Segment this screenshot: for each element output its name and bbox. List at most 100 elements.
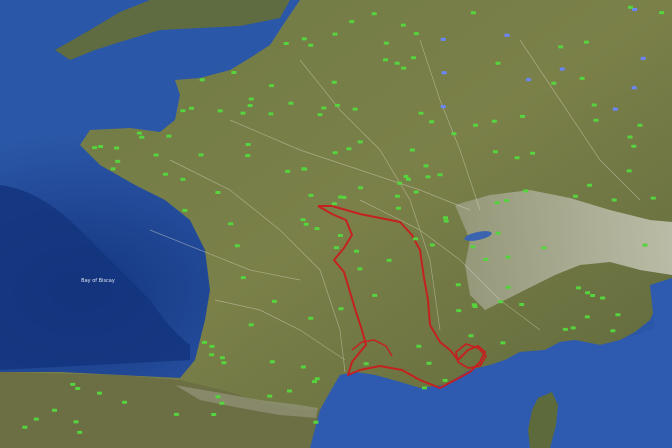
road-shield-icon	[153, 153, 159, 157]
road-shield-icon	[576, 286, 581, 290]
road-shield-icon	[470, 245, 476, 249]
bay-label: Bay of Biscay	[81, 278, 115, 284]
road-shield-icon	[520, 114, 525, 118]
road-shield-icon	[199, 78, 205, 82]
road-shield-icon	[211, 413, 217, 416]
road-shield-icon	[587, 183, 592, 187]
road-shield-icon	[182, 208, 188, 212]
road-shield-icon	[98, 145, 104, 148]
road-shield-icon	[97, 391, 102, 395]
road-shield-icon	[440, 37, 446, 41]
road-shield-icon	[413, 237, 419, 241]
road-shield-icon	[312, 380, 317, 384]
road-shield-icon	[363, 362, 369, 366]
road-shield-icon	[456, 309, 462, 313]
road-shield-icon	[267, 394, 273, 398]
road-shield-icon	[240, 111, 246, 115]
road-shield-icon	[357, 267, 363, 271]
road-shield-icon	[584, 315, 590, 319]
road-shield-icon	[559, 67, 565, 71]
road-shield-icon	[219, 401, 225, 405]
road-shield-icon	[451, 132, 457, 136]
road-shield-icon	[583, 40, 589, 44]
road-shield-icon	[352, 107, 358, 111]
road-shield-icon	[288, 101, 294, 105]
road-shield-icon	[300, 365, 306, 369]
road-shield-icon	[173, 412, 179, 416]
road-shield-icon	[33, 417, 39, 421]
road-shield-icon	[483, 258, 489, 261]
road-shield-icon	[301, 37, 307, 41]
road-shield-icon	[245, 154, 251, 158]
road-shield-icon	[394, 194, 400, 198]
road-shield-icon	[418, 111, 424, 115]
road-shield-icon	[491, 119, 497, 123]
road-shield-icon	[349, 20, 355, 24]
road-shield-icon	[558, 45, 564, 49]
road-shield-icon	[455, 283, 461, 287]
map-viewport[interactable]: Bay of Biscay	[0, 0, 672, 448]
road-shield-icon	[337, 234, 343, 237]
road-shield-icon	[228, 222, 234, 226]
road-shield-icon	[189, 106, 194, 110]
road-shield-icon	[383, 58, 388, 62]
road-shield-icon	[372, 293, 378, 297]
road-shield-icon	[562, 327, 568, 331]
road-shield-icon	[443, 219, 449, 223]
satellite-map[interactable]: Bay of Biscay	[0, 0, 672, 448]
road-shield-icon	[300, 218, 306, 222]
road-shield-icon	[386, 258, 392, 262]
road-shield-icon	[610, 329, 616, 333]
road-shield-icon	[593, 118, 599, 122]
road-shield-icon	[383, 41, 389, 45]
road-shield-icon	[271, 299, 277, 303]
road-shield-icon	[590, 294, 596, 297]
road-shield-icon	[492, 150, 498, 154]
road-shield-icon	[442, 378, 448, 382]
road-shield-icon	[338, 307, 344, 311]
road-shield-icon	[215, 191, 221, 194]
road-shield-icon	[642, 243, 648, 247]
road-shield-icon	[628, 5, 633, 9]
road-shield-icon	[523, 189, 529, 193]
road-shield-icon	[92, 146, 98, 150]
road-shield-icon	[495, 61, 501, 65]
road-shield-icon	[425, 175, 431, 179]
road-shield-icon	[234, 244, 240, 248]
road-shield-icon	[209, 353, 215, 357]
road-shield-icon	[269, 360, 275, 364]
road-shield-icon	[110, 167, 116, 171]
road-shield-icon	[354, 249, 359, 253]
road-shield-icon	[443, 216, 448, 220]
road-shield-icon	[321, 106, 327, 110]
road-shield-icon	[221, 361, 227, 365]
road-shield-icon	[626, 169, 632, 173]
road-shield-icon	[245, 143, 251, 146]
road-shield-icon	[526, 78, 532, 82]
road-shield-icon	[231, 71, 237, 74]
road-shield-icon	[248, 97, 254, 101]
road-shield-icon	[346, 147, 352, 151]
road-shield-icon	[358, 186, 363, 190]
road-shield-icon	[611, 198, 617, 202]
road-shield-icon	[215, 395, 221, 399]
road-shield-icon	[612, 107, 618, 111]
road-shield-icon	[77, 430, 83, 434]
road-shield-icon	[579, 76, 585, 80]
road-shield-icon	[248, 323, 254, 327]
road-shield-icon	[504, 33, 510, 37]
road-shield-icon	[514, 156, 520, 160]
road-shield-icon	[22, 425, 28, 429]
road-shield-icon	[500, 341, 506, 345]
road-shield-icon	[268, 112, 274, 116]
road-shield-icon	[403, 175, 409, 178]
road-shield-icon	[180, 177, 186, 181]
road-shield-icon	[317, 113, 323, 117]
road-shield-icon	[283, 42, 289, 45]
road-shield-icon	[308, 316, 314, 320]
road-shield-icon	[572, 194, 578, 198]
road-shield-icon	[308, 43, 314, 47]
road-shield-icon	[73, 420, 79, 424]
road-shield-icon	[285, 169, 291, 173]
road-shield-icon	[401, 66, 407, 70]
